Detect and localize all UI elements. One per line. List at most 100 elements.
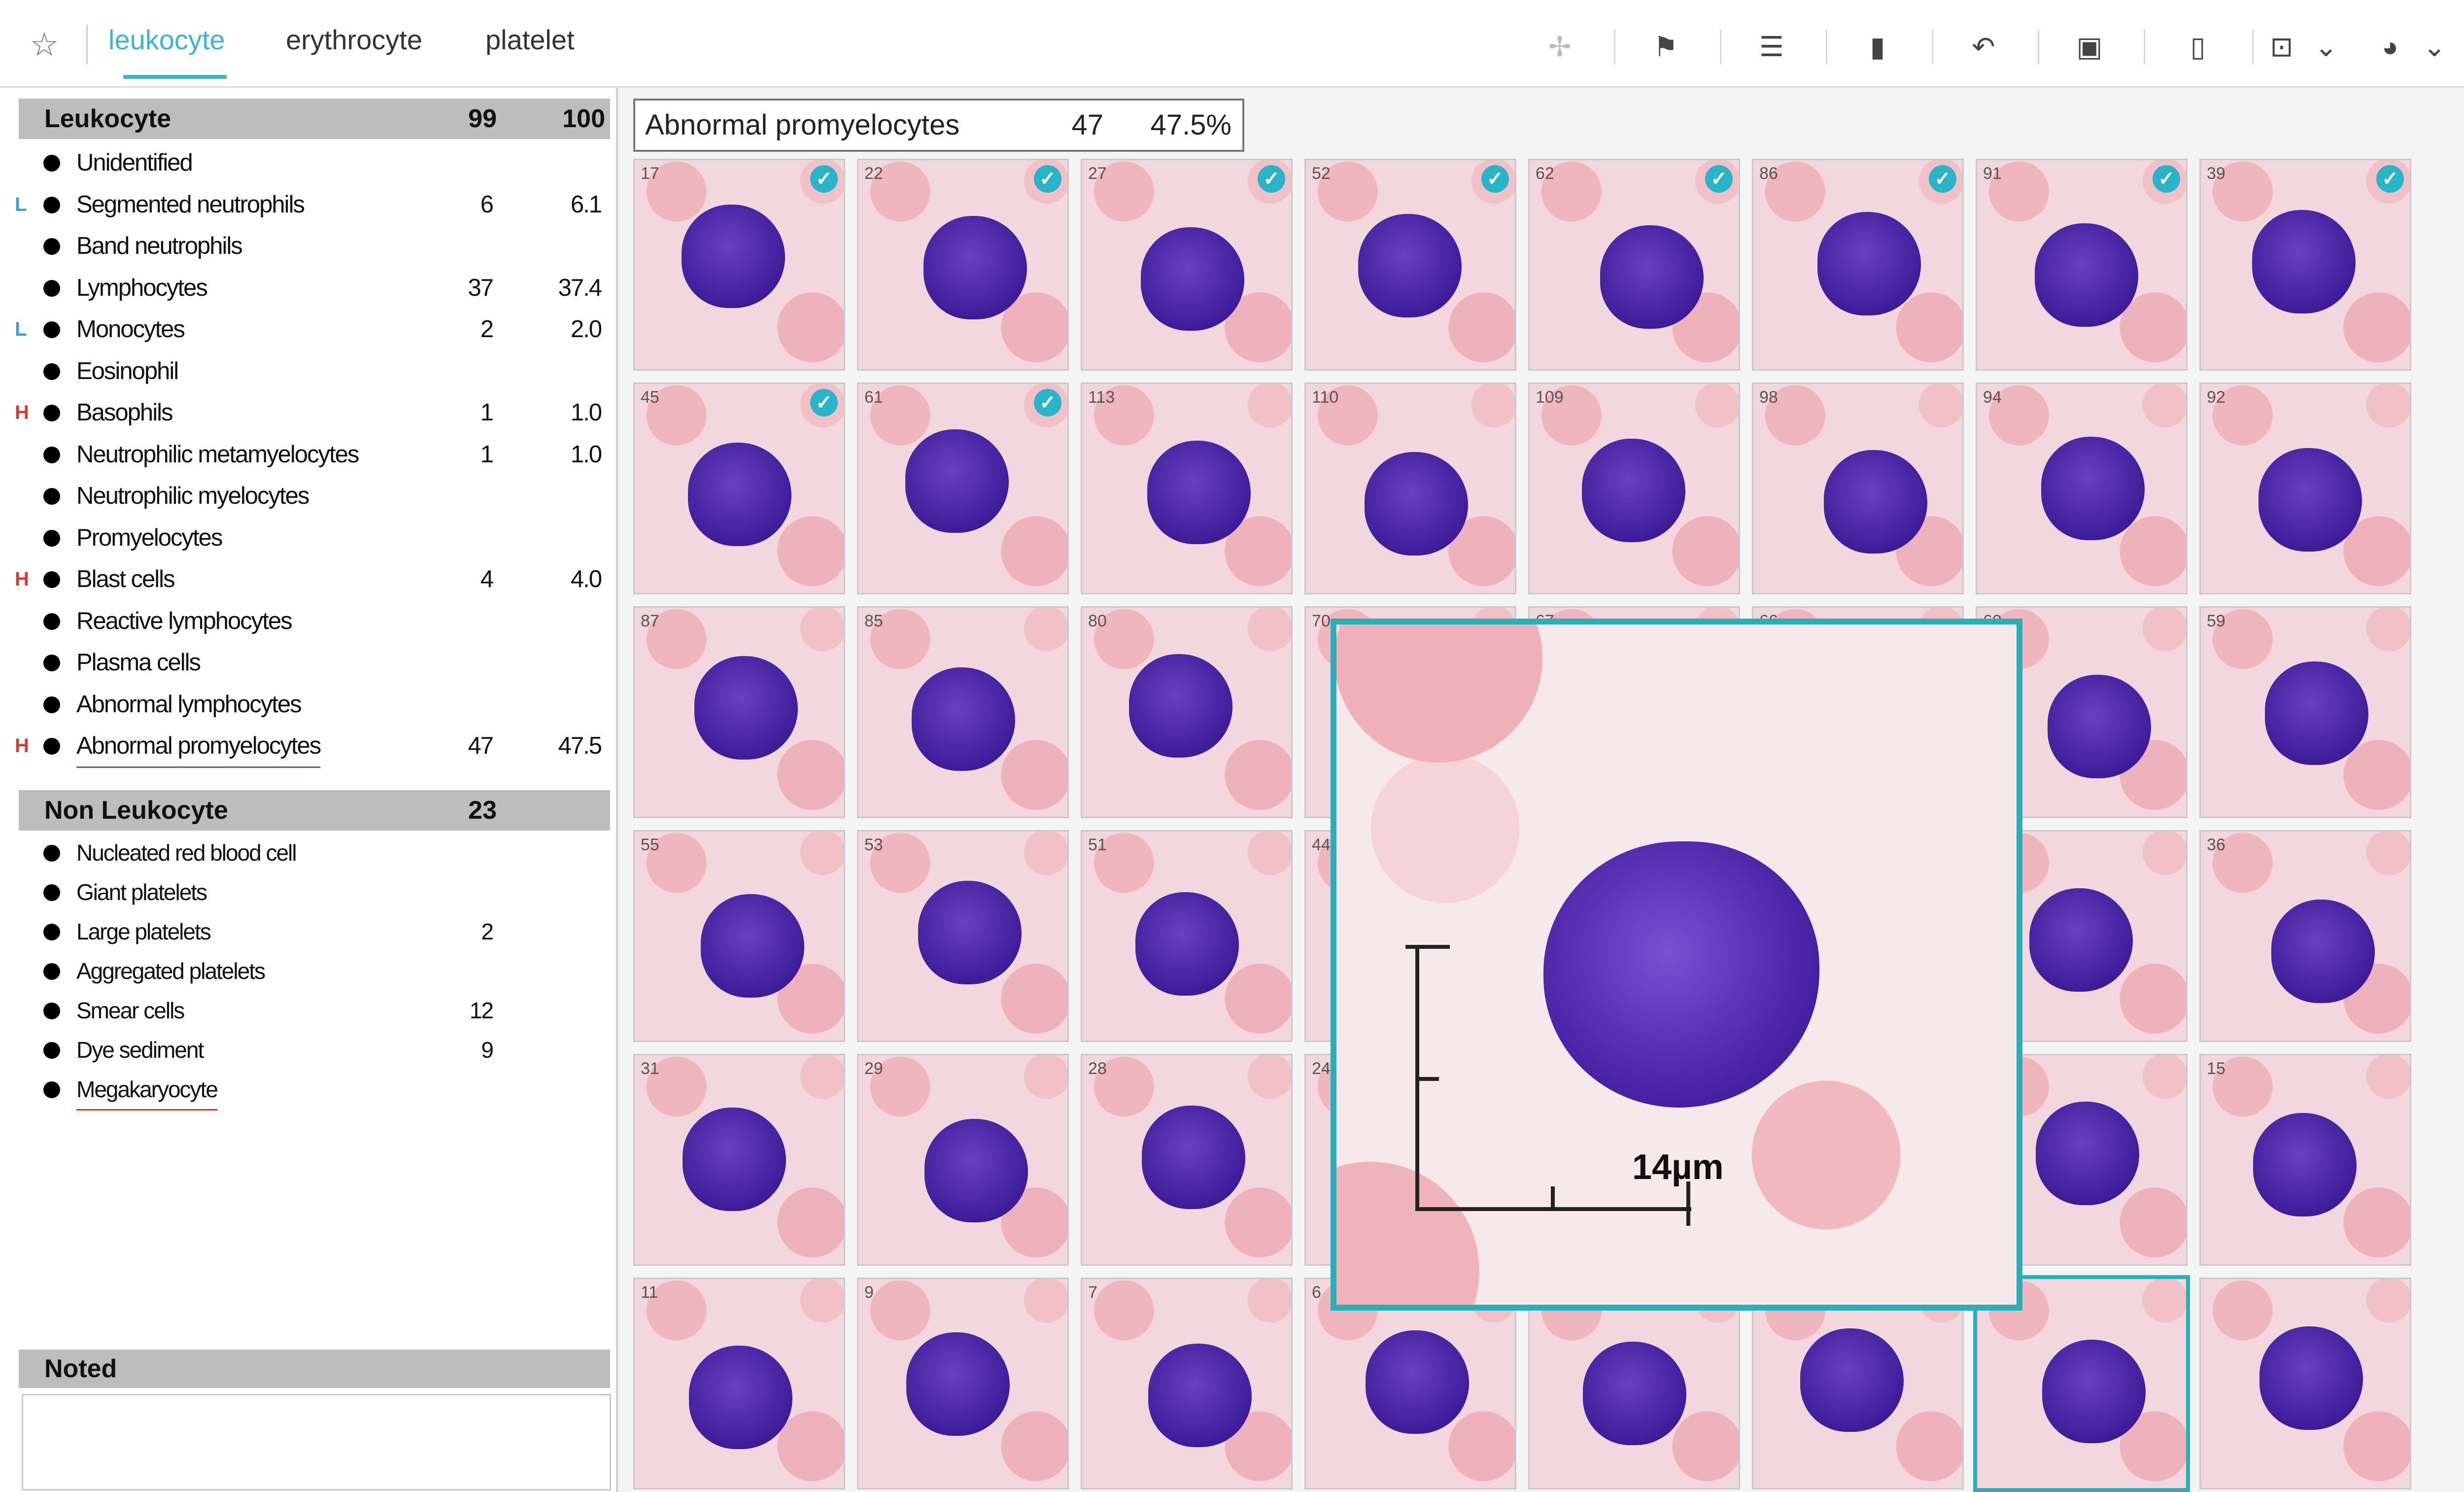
cell-thumbnail[interactable] xyxy=(2199,1278,2411,1490)
check-icon[interactable]: ✓ xyxy=(1034,389,1061,416)
leukocyte-class-row[interactable]: Lymphocytes 37 37.4 xyxy=(0,267,611,309)
cell-number: 22 xyxy=(864,164,883,183)
non-leukocyte-class-row[interactable]: Dye sediment 9 xyxy=(0,1030,611,1070)
leukocyte-class-row[interactable]: H Basophils 1 1.0 xyxy=(0,392,611,433)
class-count: 12 xyxy=(469,998,494,1023)
cell-thumbnail[interactable]: 53 xyxy=(857,830,1069,1042)
class-label: Giant platelets xyxy=(76,879,207,905)
book-icon[interactable]: ▮ xyxy=(1858,27,1897,67)
leukocyte-class-row[interactable]: H Abnormal promyelocytes 47 47.5 xyxy=(0,725,611,768)
cell-thumbnail[interactable]: 15 xyxy=(2199,1054,2411,1266)
cell-thumbnail[interactable]: 29 xyxy=(857,1054,1069,1266)
cell-thumbnail[interactable]: 7 xyxy=(1081,1278,1293,1490)
non-leukocyte-group-header[interactable]: Non Leukocyte 23 xyxy=(19,790,610,831)
cell-thumbnail[interactable]: 28 xyxy=(1081,1054,1293,1266)
cell-number: 59 xyxy=(2207,612,2225,630)
cell-thumbnail[interactable]: 59 xyxy=(2199,606,2411,818)
flag-indicator: H xyxy=(15,735,29,757)
cell-thumbnail[interactable]: 55 xyxy=(633,830,845,1042)
non-leukocyte-class-row[interactable]: Nucleated red blood cell xyxy=(0,833,611,872)
leukocyte-class-row[interactable]: Plasma cells xyxy=(0,642,611,683)
non-leukocyte-class-row[interactable]: Giant platelets xyxy=(0,872,611,912)
non-leukocyte-class-row[interactable]: Smear cells 12 xyxy=(0,991,611,1030)
check-icon[interactable]: ✓ xyxy=(1481,165,1509,193)
flag-icon[interactable]: ⚑ xyxy=(1646,27,1685,67)
leukocyte-class-row[interactable]: Eosinophil xyxy=(0,350,611,392)
leukocyte-class-row[interactable]: Unidentified xyxy=(0,142,611,183)
cell-thumbnail[interactable]: 17 ✓ xyxy=(633,159,845,371)
cell-number: 62 xyxy=(1536,164,1554,183)
cell-thumbnail[interactable]: 9 xyxy=(857,1278,1069,1490)
cell-thumbnail[interactable]: 36 xyxy=(2199,830,2411,1042)
undo-icon[interactable]: ↶ xyxy=(1964,27,2003,67)
non-leukocyte-class-row[interactable]: Large platelets 2 xyxy=(0,912,611,951)
class-label: Neutrophilic metamyelocytes xyxy=(76,441,359,468)
leukocyte-class-row[interactable]: H Blast cells 4 4.0 xyxy=(0,558,611,600)
check-icon[interactable]: ✓ xyxy=(1034,165,1061,193)
leukocyte-class-row[interactable]: Neutrophilic myelocytes xyxy=(0,475,611,517)
chevron-down-icon[interactable]: ⌄ xyxy=(2415,27,2454,67)
bookmark-icon[interactable]: ▯ xyxy=(2178,27,2218,67)
leukocyte-class-row[interactable]: Reactive lymphocytes xyxy=(0,600,611,642)
monitor-icon[interactable]: ▣ xyxy=(2070,27,2109,67)
cell-thumbnail[interactable]: 92 xyxy=(2199,382,2411,594)
cell-thumbnail[interactable]: 86 ✓ xyxy=(1752,159,1964,371)
cell-number: 6 xyxy=(1312,1283,1321,1302)
check-icon[interactable]: ✓ xyxy=(1705,165,1733,193)
cell-thumbnail[interactable]: 80 xyxy=(1081,606,1293,818)
cell-image xyxy=(1817,212,1921,315)
cell-thumbnail[interactable]: 61 ✓ xyxy=(857,382,1069,594)
cell-thumbnail[interactable]: 109 xyxy=(1528,382,1740,594)
cell-thumbnail[interactable]: 91 ✓ xyxy=(1976,159,2188,371)
palette-icon[interactable]: ◕ xyxy=(2370,27,2410,67)
cell-thumbnail[interactable]: 85 xyxy=(857,606,1069,818)
cell-image xyxy=(924,216,1027,319)
noted-title: Noted xyxy=(44,1354,117,1383)
leukocyte-group-header[interactable]: Leukocyte 99 100 xyxy=(19,99,610,139)
noted-textarea[interactable] xyxy=(22,1394,611,1491)
check-icon[interactable]: ✓ xyxy=(810,165,838,193)
tab-leukocyte[interactable]: leukocyte xyxy=(108,24,225,56)
divider xyxy=(1614,30,1615,64)
check-icon[interactable]: ✓ xyxy=(1929,165,1956,193)
cell-thumbnail[interactable]: 31 xyxy=(633,1054,845,1266)
cell-thumbnail[interactable]: 39 ✓ xyxy=(2199,159,2411,371)
leukocyte-class-row[interactable]: Band neutrophils xyxy=(0,225,611,267)
tab-platelet[interactable]: platelet xyxy=(485,24,575,56)
align-icon[interactable]: ☰ xyxy=(1752,27,1791,67)
check-icon[interactable]: ✓ xyxy=(1258,165,1285,193)
cell-thumbnail[interactable]: 98 xyxy=(1752,382,1964,594)
check-icon[interactable]: ✓ xyxy=(2153,165,2180,193)
non-leukocyte-class-row[interactable]: Megakaryocyte xyxy=(0,1070,611,1110)
cell-thumbnail[interactable]: 27 ✓ xyxy=(1081,159,1293,371)
leukocyte-class-row[interactable]: Neutrophilic metamyelocytes 1 1.0 xyxy=(0,434,611,475)
capture-icon[interactable]: ⊡ xyxy=(2262,27,2301,67)
crosshair-icon[interactable]: ✢ xyxy=(1540,27,1579,67)
leukocyte-class-row[interactable]: Promyelocytes xyxy=(0,517,611,558)
cell-thumbnail[interactable]: 87 xyxy=(633,606,845,818)
cell-thumbnail[interactable]: 22 ✓ xyxy=(857,159,1069,371)
class-count: 6 xyxy=(480,191,494,218)
cell-thumbnail[interactable]: 62 ✓ xyxy=(1528,159,1740,371)
chevron-down-icon[interactable]: ⌄ xyxy=(2306,27,2346,67)
tab-erythrocyte[interactable]: erythrocyte xyxy=(286,24,422,56)
cell-image xyxy=(2042,1340,2146,1443)
check-icon[interactable]: ✓ xyxy=(810,389,838,416)
cell-thumbnail[interactable]: 51 xyxy=(1081,830,1293,1042)
cell-thumbnail[interactable]: 52 ✓ xyxy=(1304,159,1516,371)
class-count: 1 xyxy=(480,399,494,426)
cell-thumbnail[interactable]: 94 xyxy=(1976,382,2188,594)
cell-thumbnail[interactable]: 113 xyxy=(1081,382,1293,594)
star-icon[interactable]: ☆ xyxy=(27,27,62,62)
class-label: Segmented neutrophils xyxy=(76,191,305,218)
bullet-icon xyxy=(43,924,60,940)
cell-thumbnail[interactable]: 110 xyxy=(1304,382,1516,594)
bullet-icon xyxy=(43,321,60,338)
leukocyte-class-row[interactable]: Abnormal lymphocytes xyxy=(0,684,611,725)
leukocyte-class-row[interactable]: L Monocytes 2 2.0 xyxy=(0,309,611,350)
leukocyte-class-row[interactable]: L Segmented neutrophils 6 6.1 xyxy=(0,184,611,225)
check-icon[interactable]: ✓ xyxy=(2376,165,2404,193)
cell-thumbnail[interactable]: 11 xyxy=(633,1278,845,1490)
cell-thumbnail[interactable]: 45 ✓ xyxy=(633,382,845,594)
non-leukocyte-class-row[interactable]: Aggregated platelets xyxy=(0,951,611,991)
